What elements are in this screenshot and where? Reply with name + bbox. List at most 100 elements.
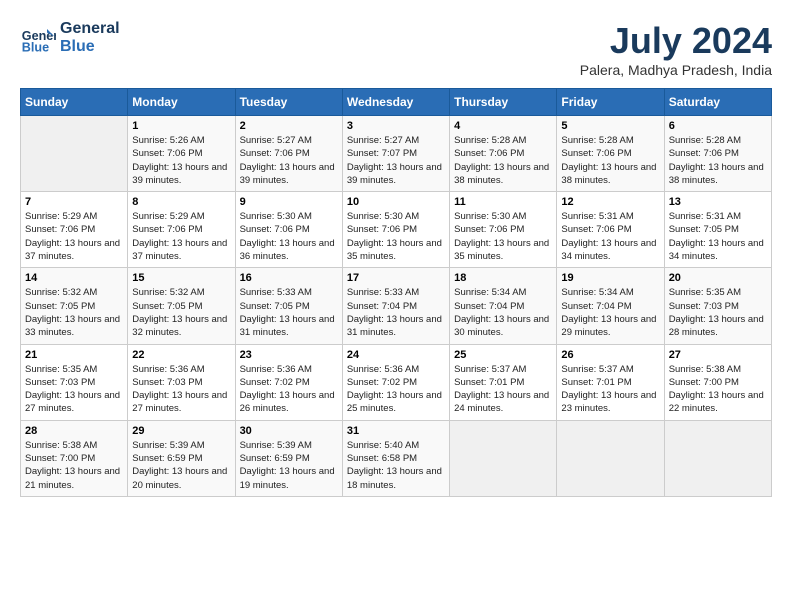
day-cell: 31 Sunrise: 5:40 AMSunset: 6:58 PMDayligh… — [342, 420, 449, 496]
day-number: 30 — [240, 425, 338, 437]
day-number: 8 — [132, 196, 230, 208]
day-info: Sunrise: 5:34 AMSunset: 7:04 PMDaylight:… — [454, 286, 552, 339]
day-info: Sunrise: 5:36 AMSunset: 7:02 PMDaylight:… — [240, 363, 338, 416]
day-number: 9 — [240, 196, 338, 208]
day-cell: 18 Sunrise: 5:34 AMSunset: 7:04 PMDayligh… — [450, 268, 557, 344]
logo-blue: Blue — [60, 38, 120, 56]
day-cell: 30 Sunrise: 5:39 AMSunset: 6:59 PMDayligh… — [235, 420, 342, 496]
day-number: 26 — [561, 349, 659, 361]
day-cell: 4 Sunrise: 5:28 AMSunset: 7:06 PMDaylight… — [450, 116, 557, 192]
day-number: 21 — [25, 349, 123, 361]
calendar-table: SundayMondayTuesdayWednesdayThursdayFrid… — [20, 88, 772, 497]
day-cell: 25Sunrise: 5:37 AMSunset: 7:01 PMDayligh… — [450, 344, 557, 420]
day-info: Sunrise: 5:27 AMSunset: 7:07 PMDaylight:… — [347, 134, 445, 187]
day-number: 15 — [132, 272, 230, 284]
day-number: 1 — [132, 120, 230, 132]
day-info: Sunrise: 5:31 AMSunset: 7:05 PMDaylight:… — [669, 210, 767, 263]
day-cell: 16Sunrise: 5:33 AMSunset: 7:05 PMDayligh… — [235, 268, 342, 344]
day-header-friday: Friday — [557, 89, 664, 116]
day-info: Sunrise: 5:38 AMSunset: 7:00 PMDaylight:… — [669, 363, 767, 416]
day-info: Sunrise: 5:28 AMSunset: 7:06 PMDaylight:… — [561, 134, 659, 187]
day-cell: 10Sunrise: 5:30 AMSunset: 7:06 PMDayligh… — [342, 192, 449, 268]
day-info: Sunrise: 5:39 AMSunset: 6:59 PMDaylight:… — [240, 439, 338, 492]
day-info: Sunrise: 5:36 AMSunset: 7:02 PMDaylight:… — [347, 363, 445, 416]
logo-icon: General Blue — [20, 20, 56, 56]
day-cell: 20 Sunrise: 5:35 AMSunset: 7:03 PMDayligh… — [664, 268, 771, 344]
day-header-thursday: Thursday — [450, 89, 557, 116]
day-info: Sunrise: 5:32 AMSunset: 7:05 PMDaylight:… — [132, 286, 230, 339]
location: Palera, Madhya Pradesh, India — [580, 62, 772, 78]
day-cell: 19Sunrise: 5:34 AMSunset: 7:04 PMDayligh… — [557, 268, 664, 344]
day-info: Sunrise: 5:30 AMSunset: 7:06 PMDaylight:… — [454, 210, 552, 263]
day-number: 20 — [669, 272, 767, 284]
day-number: 18 — [454, 272, 552, 284]
day-cell: 24 Sunrise: 5:36 AMSunset: 7:02 PMDayligh… — [342, 344, 449, 420]
day-cell: 27Sunrise: 5:38 AMSunset: 7:00 PMDayligh… — [664, 344, 771, 420]
week-row-3: 14 Sunrise: 5:32 AMSunset: 7:05 PMDayligh… — [21, 268, 772, 344]
day-number: 2 — [240, 120, 338, 132]
day-cell — [450, 420, 557, 496]
day-number: 5 — [561, 120, 659, 132]
day-cell — [21, 116, 128, 192]
day-number: 4 — [454, 120, 552, 132]
day-info: Sunrise: 5:33 AMSunset: 7:04 PMDaylight:… — [347, 286, 445, 339]
week-row-1: 1 Sunrise: 5:26 AMSunset: 7:06 PMDaylight… — [21, 116, 772, 192]
day-cell: 29 Sunrise: 5:39 AMSunset: 6:59 PMDayligh… — [128, 420, 235, 496]
day-info: Sunrise: 5:28 AMSunset: 7:06 PMDaylight:… — [454, 134, 552, 187]
day-info: Sunrise: 5:30 AMSunset: 7:06 PMDaylight:… — [240, 210, 338, 263]
day-info: Sunrise: 5:29 AMSunset: 7:06 PMDaylight:… — [25, 210, 123, 263]
day-header-tuesday: Tuesday — [235, 89, 342, 116]
logo-general: General — [60, 20, 120, 38]
day-cell: 17 Sunrise: 5:33 AMSunset: 7:04 PMDayligh… — [342, 268, 449, 344]
week-row-4: 21Sunrise: 5:35 AMSunset: 7:03 PMDayligh… — [21, 344, 772, 420]
day-info: Sunrise: 5:36 AMSunset: 7:03 PMDaylight:… — [132, 363, 230, 416]
page-header: General Blue General Blue July 2024 Pale… — [20, 20, 772, 78]
day-number: 14 — [25, 272, 123, 284]
day-info: Sunrise: 5:27 AMSunset: 7:06 PMDaylight:… — [240, 134, 338, 187]
day-cell: 28 Sunrise: 5:38 AMSunset: 7:00 PMDayligh… — [21, 420, 128, 496]
day-info: Sunrise: 5:40 AMSunset: 6:58 PMDaylight:… — [347, 439, 445, 492]
day-cell — [557, 420, 664, 496]
day-info: Sunrise: 5:28 AMSunset: 7:06 PMDaylight:… — [669, 134, 767, 187]
day-number: 24 — [347, 349, 445, 361]
day-number: 12 — [561, 196, 659, 208]
day-cell: 2 Sunrise: 5:27 AMSunset: 7:06 PMDaylight… — [235, 116, 342, 192]
day-info: Sunrise: 5:38 AMSunset: 7:00 PMDaylight:… — [25, 439, 123, 492]
week-row-2: 7 Sunrise: 5:29 AMSunset: 7:06 PMDaylight… — [21, 192, 772, 268]
day-info: Sunrise: 5:39 AMSunset: 6:59 PMDaylight:… — [132, 439, 230, 492]
logo: General Blue General Blue — [20, 20, 120, 56]
day-number: 3 — [347, 120, 445, 132]
day-cell: 22 Sunrise: 5:36 AMSunset: 7:03 PMDayligh… — [128, 344, 235, 420]
day-header-sunday: Sunday — [21, 89, 128, 116]
day-cell: 26 Sunrise: 5:37 AMSunset: 7:01 PMDayligh… — [557, 344, 664, 420]
day-number: 17 — [347, 272, 445, 284]
week-row-5: 28 Sunrise: 5:38 AMSunset: 7:00 PMDayligh… — [21, 420, 772, 496]
day-cell: 15 Sunrise: 5:32 AMSunset: 7:05 PMDayligh… — [128, 268, 235, 344]
day-header-monday: Monday — [128, 89, 235, 116]
day-number: 22 — [132, 349, 230, 361]
day-cell: 11Sunrise: 5:30 AMSunset: 7:06 PMDayligh… — [450, 192, 557, 268]
day-cell: 7 Sunrise: 5:29 AMSunset: 7:06 PMDaylight… — [21, 192, 128, 268]
day-header-wednesday: Wednesday — [342, 89, 449, 116]
day-number: 29 — [132, 425, 230, 437]
day-number: 25 — [454, 349, 552, 361]
day-number: 7 — [25, 196, 123, 208]
day-number: 28 — [25, 425, 123, 437]
day-cell: 3 Sunrise: 5:27 AMSunset: 7:07 PMDaylight… — [342, 116, 449, 192]
title-block: July 2024 Palera, Madhya Pradesh, India — [580, 20, 772, 78]
month-title: July 2024 — [580, 20, 772, 62]
day-cell: 1 Sunrise: 5:26 AMSunset: 7:06 PMDaylight… — [128, 116, 235, 192]
day-number: 23 — [240, 349, 338, 361]
day-info: Sunrise: 5:35 AMSunset: 7:03 PMDaylight:… — [669, 286, 767, 339]
day-number: 13 — [669, 196, 767, 208]
day-number: 31 — [347, 425, 445, 437]
day-info: Sunrise: 5:32 AMSunset: 7:05 PMDaylight:… — [25, 286, 123, 339]
day-info: Sunrise: 5:26 AMSunset: 7:06 PMDaylight:… — [132, 134, 230, 187]
day-info: Sunrise: 5:37 AMSunset: 7:01 PMDaylight:… — [561, 363, 659, 416]
day-number: 19 — [561, 272, 659, 284]
day-cell: 13 Sunrise: 5:31 AMSunset: 7:05 PMDayligh… — [664, 192, 771, 268]
day-cell: 9 Sunrise: 5:30 AMSunset: 7:06 PMDaylight… — [235, 192, 342, 268]
day-cell: 8Sunrise: 5:29 AMSunset: 7:06 PMDaylight… — [128, 192, 235, 268]
svg-text:Blue: Blue — [22, 41, 49, 55]
day-number: 16 — [240, 272, 338, 284]
